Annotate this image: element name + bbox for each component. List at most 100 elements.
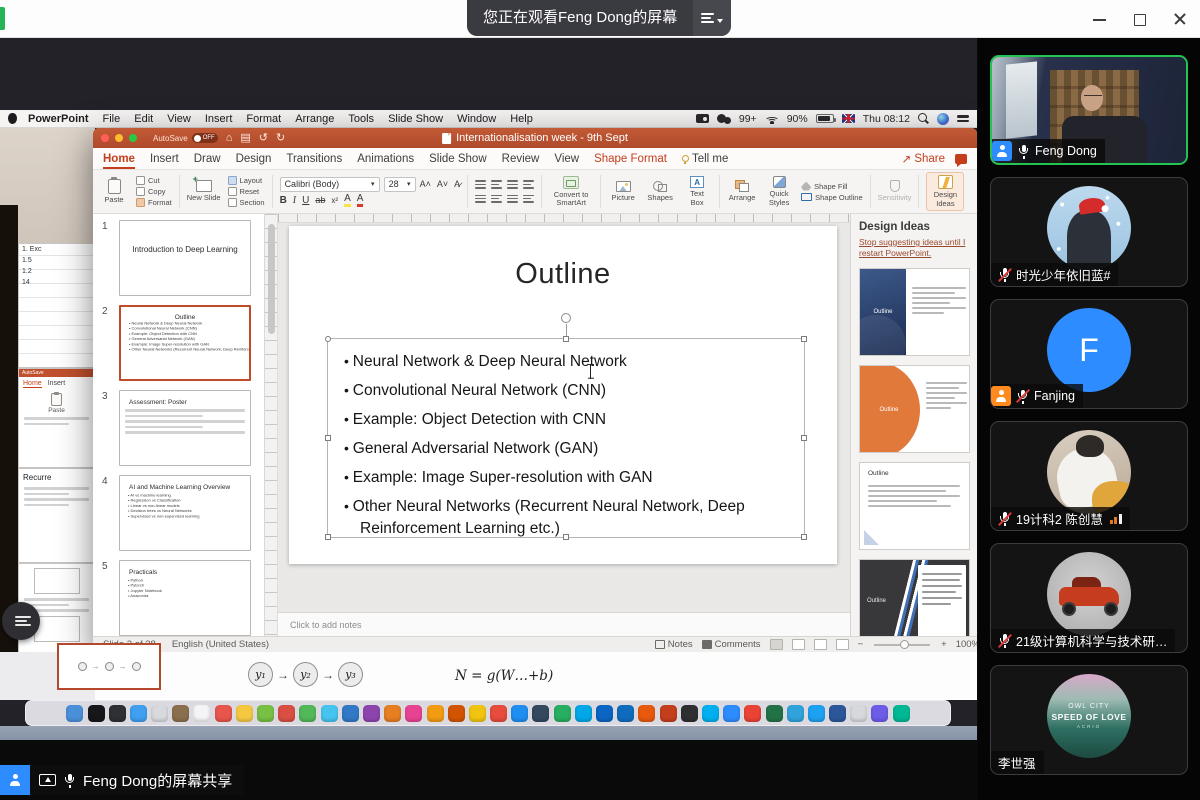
menu-file[interactable]: File — [96, 113, 128, 125]
comments-toggle[interactable]: Comments — [702, 639, 761, 650]
undo-icon[interactable]: ↺ — [259, 133, 268, 144]
participant-tile-fanjing[interactable]: F Fanjing — [990, 299, 1188, 409]
maximize-button[interactable] — [1132, 11, 1148, 27]
dock-app-icon[interactable] — [151, 705, 168, 722]
align-left-button[interactable] — [475, 193, 486, 205]
line-spacing-button[interactable] — [523, 178, 534, 190]
cut-button[interactable]: Cut — [136, 176, 172, 185]
zoom-traffic-light[interactable] — [129, 134, 137, 142]
dock-app-icon[interactable] — [702, 705, 719, 722]
bullet-item[interactable]: Example: Object Detection with CNN — [344, 409, 794, 431]
bullet-item[interactable]: General Adversarial Network (GAN) — [344, 438, 794, 460]
participant-tile-shiguang[interactable]: 时光少年依旧蓝# — [990, 177, 1188, 287]
design-ideas-button[interactable]: Design Ideas — [926, 172, 964, 211]
slide-thumbnail-1[interactable]: 1 Introduction to Deep Learning — [119, 220, 251, 296]
dock-app-icon[interactable] — [299, 705, 316, 722]
tab-view[interactable]: View — [554, 148, 579, 169]
menu-app[interactable]: PowerPoint — [21, 113, 96, 125]
italic-button[interactable]: I — [293, 195, 296, 206]
participant-tile-grad-student[interactable]: 21级计算机科学与技术研… — [990, 543, 1188, 653]
design-variant-4[interactable]: Outline — [859, 559, 970, 636]
menu-arrange[interactable]: Arrange — [288, 113, 341, 125]
view-options-button[interactable] — [693, 0, 731, 36]
resize-handle[interactable] — [325, 435, 331, 441]
format-painter-button[interactable]: Format — [136, 198, 172, 207]
resize-handle[interactable] — [801, 435, 807, 441]
dock-app-icon[interactable] — [787, 705, 804, 722]
wifi-icon[interactable] — [765, 114, 779, 124]
new-slide-button[interactable]: New Slide — [187, 172, 221, 211]
meeting-info-badge[interactable] — [0, 7, 5, 30]
resize-handle[interactable] — [325, 336, 331, 342]
slide-thumbnail-3[interactable]: 3 Assessment: Poster — [119, 390, 251, 466]
dock-app-icon[interactable] — [405, 705, 422, 722]
dock-app-icon[interactable] — [744, 705, 761, 722]
participant-tile-chenchuanghui[interactable]: 19计科2 陈创慧 — [990, 421, 1188, 531]
dock-app-icon[interactable] — [808, 705, 825, 722]
slide-thumbnail-4[interactable]: 4 AI and Machine Learning Overview AI vs… — [119, 475, 251, 551]
dock-app-icon[interactable] — [88, 705, 105, 722]
dock-app-icon[interactable] — [342, 705, 359, 722]
content-text-frame[interactable]: Neural Network & Deep Neural Network Con… — [327, 338, 805, 538]
dock-app-icon[interactable] — [363, 705, 380, 722]
dock-app-icon[interactable] — [511, 705, 528, 722]
highlighted-network-thumbnail[interactable]: → → — [57, 643, 161, 690]
resize-handle[interactable] — [801, 534, 807, 540]
dock-app-icon[interactable] — [723, 705, 740, 722]
floating-list-button[interactable] — [2, 602, 40, 640]
reset-button[interactable]: Reset — [228, 187, 265, 196]
tab-design[interactable]: Design — [236, 148, 272, 169]
dock-app-icon[interactable] — [66, 705, 83, 722]
clear-format-button[interactable]: A̷ — [454, 179, 460, 189]
siri-icon[interactable] — [937, 113, 949, 125]
comments-icon[interactable] — [955, 154, 967, 164]
dock-app-icon[interactable] — [278, 705, 295, 722]
notification-bubbles-icon[interactable] — [717, 114, 731, 124]
tab-draw[interactable]: Draw — [194, 148, 221, 169]
slide-bullet-list[interactable]: Neural Network & Deep Neural Network Con… — [328, 339, 804, 540]
design-variant-2[interactable]: Outline — [859, 365, 970, 453]
dock-app-icon[interactable] — [617, 705, 634, 722]
apple-menu-icon[interactable] — [8, 113, 17, 124]
picture-button[interactable]: Picture — [608, 172, 638, 211]
notes-pane[interactable]: Click to add notes — [278, 612, 850, 636]
align-right-button[interactable] — [507, 193, 518, 205]
shape-outline-button[interactable]: Shape Outline — [801, 193, 863, 202]
dock-app-icon[interactable] — [384, 705, 401, 722]
zoom-in-button[interactable]: + — [941, 639, 947, 650]
zoom-slider[interactable] — [874, 644, 930, 646]
current-slide[interactable]: Outline Neural Network & Deep Neural Net… — [289, 226, 837, 564]
menu-tools[interactable]: Tools — [341, 113, 381, 125]
section-button[interactable]: Section — [228, 198, 265, 207]
dock-app-icon[interactable] — [681, 705, 698, 722]
autosave-toggle[interactable]: AutoSave OFF — [153, 133, 218, 143]
save-icon[interactable]: ▤ — [240, 133, 250, 144]
notes-toggle[interactable]: Notes — [655, 639, 693, 650]
dock-app-icon[interactable] — [236, 705, 253, 722]
font-size-select[interactable]: 28▾ — [384, 177, 416, 192]
font-color-button[interactable]: A — [357, 194, 364, 207]
convert-smartart-button[interactable]: Convert to SmartArt — [549, 172, 593, 211]
slide-sorter-view-button[interactable] — [792, 639, 805, 650]
tab-insert[interactable]: Insert — [150, 148, 179, 169]
slide-thumbnail-5[interactable]: 5 Practicals PythonPytorch Jupyter Noteb… — [119, 560, 251, 636]
menu-slideshow[interactable]: Slide Show — [381, 113, 450, 125]
control-center-icon[interactable] — [957, 115, 969, 122]
normal-view-button[interactable] — [770, 639, 783, 650]
dock-app-icon[interactable] — [660, 705, 677, 722]
language-indicator[interactable]: English (United States) — [172, 639, 269, 650]
dock-app-icon[interactable] — [596, 705, 613, 722]
mini-tab-home[interactable]: Home — [23, 380, 42, 388]
superscript-button[interactable]: x² — [331, 196, 338, 205]
slideshow-view-button[interactable] — [836, 639, 849, 650]
dock-app-icon[interactable] — [193, 705, 210, 722]
design-variant-3[interactable]: Outline — [859, 462, 970, 550]
dock-app-icon[interactable] — [554, 705, 571, 722]
menu-view[interactable]: View — [160, 113, 198, 125]
zoom-out-button[interactable]: − — [858, 639, 864, 650]
background-document-window[interactable]: Recurre — [18, 468, 95, 563]
copy-button[interactable]: Copy — [136, 187, 172, 196]
dock-app-icon[interactable] — [215, 705, 232, 722]
screen-record-icon[interactable] — [696, 114, 709, 123]
minimize-button[interactable] — [1092, 11, 1108, 27]
